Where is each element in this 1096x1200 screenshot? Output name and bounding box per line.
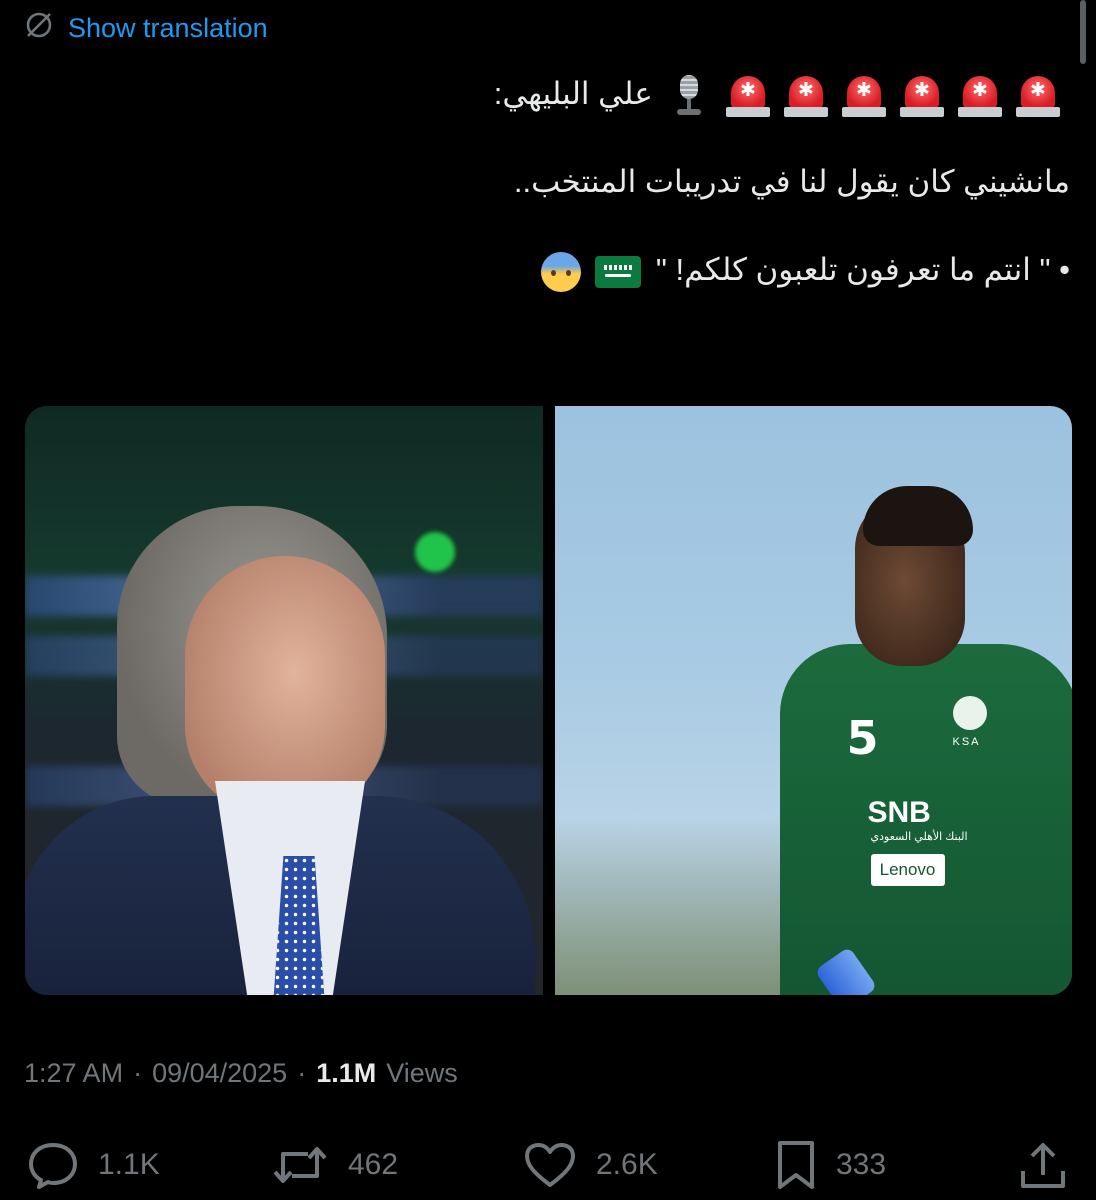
studio-microphone-icon — [669, 74, 709, 118]
share-icon — [1018, 1139, 1068, 1191]
tweet-line-3: • " انتم ما تعرفون تلعبون كلكم! " — [30, 248, 1070, 292]
views-count: 1.1M — [316, 1058, 377, 1088]
bookmark-count: 333 — [836, 1148, 887, 1181]
like-count: 2.6K — [596, 1148, 658, 1181]
bookmark-button[interactable]: 333 — [774, 1135, 886, 1195]
repost-count: 462 — [348, 1148, 399, 1181]
tweet-date[interactable]: 09/04/2025 — [152, 1058, 287, 1089]
hair — [862, 486, 973, 546]
tweet-line-1: ✱ ✱ ✱ ✱ ✱ ✱ علي البليهي: — [30, 72, 1070, 118]
reply-icon — [26, 1140, 80, 1190]
jersey-sponsor-arabic: البنك الأهلي السعودي — [870, 831, 968, 843]
face — [185, 556, 385, 816]
man-in-suit-photo[interactable] — [25, 406, 543, 995]
saudi-flag-icon — [595, 255, 642, 288]
tweet-text: ✱ ✱ ✱ ✱ ✱ ✱ علي البليهي: مانشيني كان يقو… — [30, 60, 1070, 292]
green-light — [415, 532, 455, 572]
bookmark-icon — [774, 1139, 818, 1191]
police-light-icon: ✱ — [900, 74, 944, 118]
federation-crest-icon — [952, 696, 987, 730]
jersey-ksa: KSA — [952, 736, 981, 748]
anxious-sweat-face-icon — [540, 251, 581, 292]
meta-separator: · — [133, 1058, 143, 1088]
repost-icon — [270, 1140, 330, 1190]
globe-slash-icon — [24, 10, 54, 47]
show-translation-link[interactable]: Show translation — [24, 8, 268, 48]
police-light-icon: ✱ — [958, 74, 1002, 118]
meta-separator: · — [297, 1058, 307, 1088]
jersey-sponsor: SNB — [867, 796, 931, 829]
tweet-line-3-text: • " انتم ما تعرفون تلعبون كلكم! " — [655, 252, 1070, 287]
tweet-line-1-text: علي البليهي: — [493, 76, 653, 111]
tweet-media[interactable]: 5 KSA SNB البنك الأهلي السعودي Lenovo — [25, 406, 1072, 995]
jersey-brand: Lenovo — [870, 854, 945, 886]
emoji-group: ✱ ✱ ✱ ✱ ✱ ✱ — [726, 74, 1060, 118]
reply-button[interactable]: 1.1K — [26, 1135, 160, 1195]
tweet-line-2: مانشيني كان يقول لنا في تدريبات المنتخب.… — [30, 160, 1070, 204]
repost-button[interactable]: 462 — [270, 1135, 398, 1195]
share-button[interactable] — [1018, 1135, 1068, 1195]
player-in-green-jersey-photo[interactable]: 5 KSA SNB البنك الأهلي السعودي Lenovo — [554, 406, 1072, 995]
police-light-icon: ✱ — [726, 74, 770, 118]
police-light-icon: ✱ — [1016, 74, 1060, 118]
police-light-icon: ✱ — [842, 74, 886, 118]
tweet-line-2-text: مانشيني كان يقول لنا في تدريبات المنتخب.… — [513, 164, 1070, 199]
tweet-meta: 1:27 AM · 09/04/2025 · 1.1M Views — [24, 1058, 458, 1089]
police-light-icon: ✱ — [784, 74, 828, 118]
heart-icon — [522, 1140, 578, 1190]
tweet-time[interactable]: 1:27 AM — [24, 1058, 123, 1089]
action-bar: 1.1K 462 2.6K 333 — [0, 1135, 1096, 1195]
views-label: Views — [386, 1058, 458, 1088]
reply-count: 1.1K — [98, 1148, 160, 1181]
like-button[interactable]: 2.6K — [522, 1135, 658, 1195]
jersey-number: 5 — [846, 711, 879, 765]
scrollbar[interactable] — [1080, 0, 1086, 64]
show-translation-label: Show translation — [68, 12, 268, 43]
